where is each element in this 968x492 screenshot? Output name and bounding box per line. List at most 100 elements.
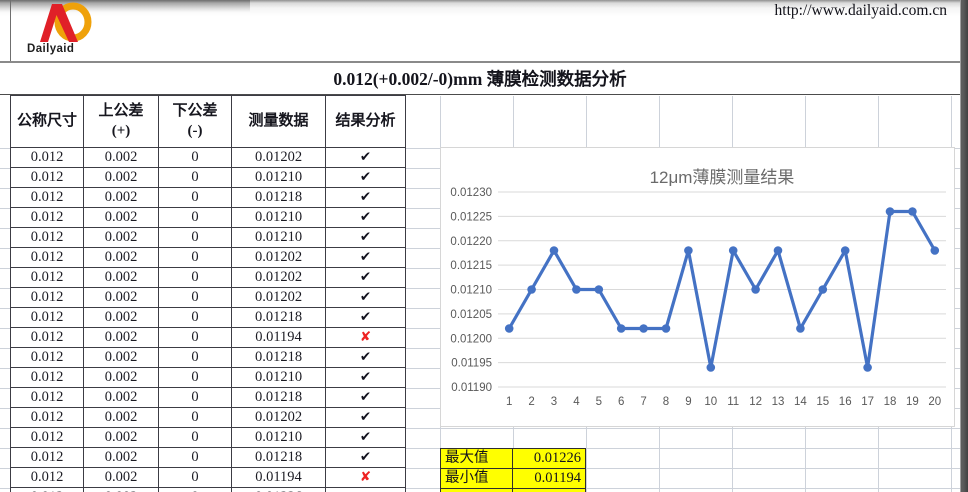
cell-result: ✔ <box>326 308 406 328</box>
y-axis-tick-label: 0.01190 <box>451 382 492 394</box>
check-icon: ✔ <box>360 369 371 385</box>
cell-result: ✔ <box>326 228 406 248</box>
cell-measured: 0.01202 <box>232 268 326 288</box>
check-icon: ✔ <box>360 409 371 425</box>
column-header: 公称尺寸 <box>11 96 84 148</box>
table-row: 0.0120.00200.01194✘ <box>11 328 406 348</box>
header-band: Dailyaid http://www.dailyaid.com.cn <box>0 0 960 61</box>
x-axis-tick-label: 9 <box>685 396 691 408</box>
cell-result: ✔ <box>326 368 406 388</box>
cell-measured: 0.01194 <box>232 328 326 348</box>
check-icon: ✔ <box>360 189 371 205</box>
cell-nominal: 0.012 <box>11 308 84 328</box>
x-axis-tick-label: 10 <box>704 396 717 408</box>
cell-nominal: 0.012 <box>11 408 84 428</box>
cell-nominal: 0.012 <box>11 208 84 228</box>
y-axis-tick-label: 0.01230 <box>450 187 492 199</box>
table-header-row: 公称尺寸上公差 (+)下公差 (-)测量数据结果分析 <box>11 96 406 148</box>
cell-nominal: 0.012 <box>11 428 84 448</box>
partial-label-cell <box>440 488 513 492</box>
cell-upper: 0.002 <box>84 388 159 408</box>
cell-lower: 0 <box>159 428 232 448</box>
column-header: 上公差 (+) <box>84 96 159 148</box>
table-row: 0.0120.00200.01202✔ <box>11 248 406 268</box>
cell-measured: 0.01218 <box>232 388 326 408</box>
cell-upper: 0.002 <box>84 348 159 368</box>
cell-lower: 0 <box>159 188 232 208</box>
cell-upper: 0.002 <box>84 288 159 308</box>
cell-nominal: 0.012 <box>11 488 84 492</box>
spreadsheet-screenshot: Dailyaid http://www.dailyaid.com.cn 0.01… <box>0 0 968 492</box>
cell-nominal: 0.012 <box>11 448 84 468</box>
y-axis-tick-label: 0.01215 <box>450 260 492 272</box>
x-axis-tick-label: 17 <box>861 396 874 408</box>
y-axis-tick-label: 0.01195 <box>451 358 492 370</box>
data-point <box>931 246 940 255</box>
data-point <box>505 324 514 333</box>
cell-result: ✔ <box>326 168 406 188</box>
measurement-table: 公称尺寸上公差 (+)下公差 (-)测量数据结果分析 0.0120.00200.… <box>10 95 406 492</box>
partial-value-cell <box>512 488 586 492</box>
y-axis-tick-label: 0.01205 <box>450 309 492 321</box>
check-icon: ✔ <box>360 429 371 445</box>
data-point <box>886 207 895 216</box>
cell-upper: 0.002 <box>84 208 159 228</box>
column-header: 测量数据 <box>232 96 326 148</box>
cell-nominal: 0.012 <box>11 248 84 268</box>
column-header: 结果分析 <box>326 96 406 148</box>
cell-upper: 0.002 <box>84 188 159 208</box>
check-icon: ✔ <box>360 449 371 465</box>
measurement-table-body: 0.0120.00200.01202✔0.0120.00200.01210✔0.… <box>11 148 406 492</box>
cell-result: ✔ <box>326 248 406 268</box>
x-axis-tick-label: 13 <box>772 396 785 408</box>
cell-result: ✔ <box>326 408 406 428</box>
cell-measured: 0.01226 <box>232 488 326 492</box>
column-border-line <box>10 0 11 61</box>
cell-upper: 0.002 <box>84 448 159 468</box>
data-point <box>774 246 783 255</box>
data-point <box>572 285 581 294</box>
table-row-partial: 0.0120.00200.01226✔ <box>11 488 406 492</box>
cell-result: ✔ <box>326 448 406 468</box>
cell-lower: 0 <box>159 168 232 188</box>
y-axis-tick-label: 0.01210 <box>450 285 492 297</box>
x-axis-tick-label: 12 <box>749 396 762 408</box>
cell-nominal: 0.012 <box>11 368 84 388</box>
max-row: 最大值 0.01226 <box>440 448 586 469</box>
cell-measured: 0.01202 <box>232 148 326 168</box>
cell-lower: 0 <box>159 348 232 368</box>
chart-frame <box>441 148 955 427</box>
min-row: 最小值 0.01194 <box>440 468 586 489</box>
cell-upper: 0.002 <box>84 408 159 428</box>
table-row: 0.0120.00200.01210✔ <box>11 428 406 448</box>
x-axis-tick-label: 5 <box>596 396 602 408</box>
y-axis-tick-label: 0.01220 <box>450 236 492 248</box>
table-row: 0.0120.00200.01194✘ <box>11 468 406 488</box>
cell-lower: 0 <box>159 228 232 248</box>
cell-nominal: 0.012 <box>11 328 84 348</box>
check-icon: ✔ <box>360 209 371 225</box>
cell-upper: 0.002 <box>84 268 159 288</box>
cell-measured: 0.01202 <box>232 288 326 308</box>
chart-title: 12μm薄膜测量结果 <box>650 168 795 187</box>
table-row: 0.0120.00200.01210✔ <box>11 168 406 188</box>
cell-nominal: 0.012 <box>11 288 84 308</box>
cell-measured: 0.01194 <box>232 468 326 488</box>
y-axis-tick-label: 0.01200 <box>450 333 492 345</box>
cell-lower: 0 <box>159 408 232 428</box>
cell-result: ✔ <box>326 428 406 448</box>
gridlines-left-margin <box>0 148 10 492</box>
table-row: 0.0120.00200.01202✔ <box>11 268 406 288</box>
dailyaid-logo-icon <box>26 2 98 46</box>
min-label-cell: 最小值 <box>440 468 513 489</box>
cell-result: ✔ <box>326 388 406 408</box>
max-label-cell: 最大值 <box>440 448 513 469</box>
cell-result: ✘ <box>326 468 406 488</box>
check-icon: ✔ <box>360 289 371 305</box>
table-row: 0.0120.00200.01202✔ <box>11 148 406 168</box>
window-edge-strip <box>960 0 968 492</box>
data-point <box>729 246 738 255</box>
cell-upper: 0.002 <box>84 468 159 488</box>
cell-upper: 0.002 <box>84 148 159 168</box>
x-axis-tick-label: 18 <box>884 396 897 408</box>
